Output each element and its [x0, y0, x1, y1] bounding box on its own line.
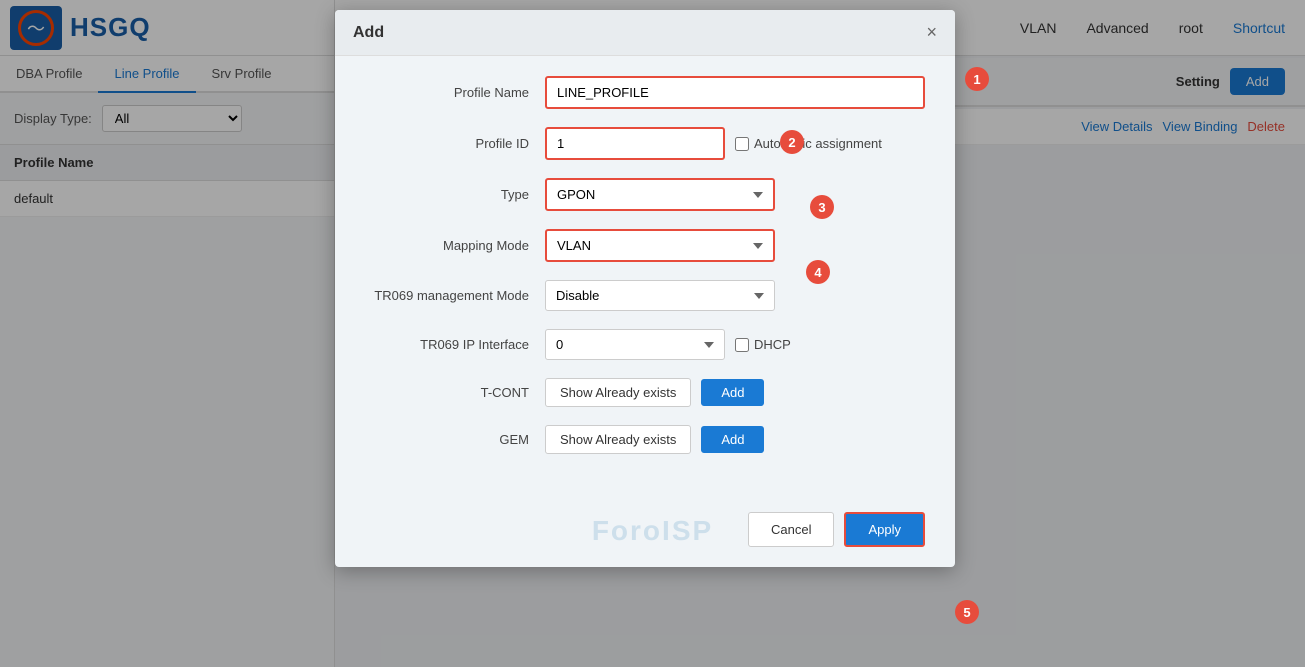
- profile-id-input[interactable]: [545, 127, 725, 160]
- automatic-assignment-checkbox[interactable]: [735, 137, 749, 151]
- modal-close-button[interactable]: ×: [926, 22, 937, 43]
- tr069-mode-label: TR069 management Mode: [365, 288, 545, 303]
- profile-name-input[interactable]: [545, 76, 925, 109]
- dhcp-checkbox-label: DHCP: [735, 337, 791, 352]
- badge-2: 2: [780, 130, 804, 154]
- tcont-show-button[interactable]: Show Already exists: [545, 378, 691, 407]
- modal-title: Add: [353, 24, 384, 42]
- tr069-ip-label: TR069 IP Interface: [365, 337, 545, 352]
- profile-id-group: Automatic assignment: [545, 127, 925, 160]
- badge-3: 3: [810, 195, 834, 219]
- mapping-mode-select[interactable]: VLAN GEM: [545, 229, 775, 262]
- tr069-mode-row: TR069 management Mode Disable Enable: [365, 280, 925, 311]
- mapping-mode-row: Mapping Mode VLAN GEM: [365, 229, 925, 262]
- dhcp-checkbox[interactable]: [735, 338, 749, 352]
- modal-header: Add ×: [335, 10, 955, 56]
- type-select[interactable]: GPON EPON: [545, 178, 775, 211]
- gem-label: GEM: [365, 432, 545, 447]
- modal-body: Profile Name Profile ID Automatic assign…: [335, 56, 955, 492]
- tcont-row: T-CONT Show Already exists Add: [365, 378, 925, 407]
- add-modal: Add × Profile Name Profile ID Automatic …: [335, 10, 955, 567]
- profile-name-label: Profile Name: [365, 85, 545, 100]
- tr069-ip-row: TR069 IP Interface 0 DHCP: [365, 329, 925, 360]
- apply-button[interactable]: Apply: [844, 512, 925, 547]
- gem-add-button[interactable]: Add: [701, 426, 764, 453]
- dhcp-label: DHCP: [754, 337, 791, 352]
- tr069-ip-select[interactable]: 0: [545, 329, 725, 360]
- cancel-button[interactable]: Cancel: [748, 512, 834, 547]
- automatic-assignment-checkbox-label: Automatic assignment: [735, 136, 882, 151]
- badge-1: 1: [965, 67, 989, 91]
- badge-5: 5: [955, 600, 979, 624]
- tr069-ip-group: 0 DHCP: [545, 329, 925, 360]
- gem-group: Show Already exists Add: [545, 425, 925, 454]
- tcont-add-button[interactable]: Add: [701, 379, 764, 406]
- automatic-assignment-label: Automatic assignment: [754, 136, 882, 151]
- tcont-group: Show Already exists Add: [545, 378, 925, 407]
- profile-id-row: Profile ID Automatic assignment: [365, 127, 925, 160]
- profile-name-row: Profile Name: [365, 76, 925, 109]
- modal-footer: Cancel Apply: [335, 502, 955, 557]
- gem-show-button[interactable]: Show Already exists: [545, 425, 691, 454]
- type-label: Type: [365, 187, 545, 202]
- gem-row: GEM Show Already exists Add: [365, 425, 925, 454]
- mapping-mode-label: Mapping Mode: [365, 238, 545, 253]
- tcont-label: T-CONT: [365, 385, 545, 400]
- tr069-mode-select[interactable]: Disable Enable: [545, 280, 775, 311]
- badge-4: 4: [806, 260, 830, 284]
- profile-id-label: Profile ID: [365, 136, 545, 151]
- type-row: Type GPON EPON: [365, 178, 925, 211]
